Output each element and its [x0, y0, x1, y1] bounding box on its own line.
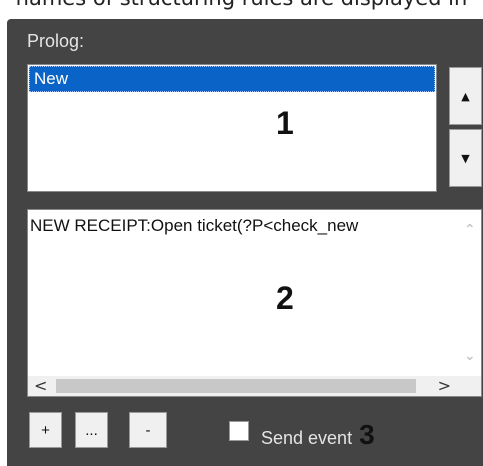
prolog-label: Prolog:: [27, 31, 85, 51]
scroll-down-icon[interactable]: ⌄: [464, 348, 476, 364]
list-item[interactable]: New: [29, 66, 435, 92]
edit-button[interactable]: ...: [75, 412, 108, 448]
scroll-up-icon[interactable]: ⌃: [464, 222, 476, 238]
caption-text: names of structuring rules are displayed…: [0, 0, 483, 18]
remove-button[interactable]: -: [129, 412, 167, 448]
horizontal-scrollbar[interactable]: < >: [28, 376, 481, 396]
rule-editor[interactable]: NEW RECEIPT:Open ticket(?P<check_new 2 ⌃…: [27, 209, 482, 397]
prolog-listbox[interactable]: New 1: [27, 64, 437, 192]
arrow-down-icon: ▼: [461, 151, 470, 165]
scroll-thumb[interactable]: [56, 379, 416, 393]
scroll-right-icon[interactable]: >: [438, 376, 451, 395]
move-up-button[interactable]: ▲: [449, 67, 482, 125]
marker-2: 2: [276, 280, 294, 316]
send-event-checkbox[interactable]: [229, 421, 249, 441]
add-button[interactable]: +: [29, 412, 62, 448]
marker-3: 3: [359, 419, 375, 450]
vertical-scrollbar[interactable]: ⌃ ⌄: [459, 210, 481, 377]
marker-1: 1: [276, 105, 294, 141]
prolog-panel: Prolog: New 1 ▲ ▼ NEW RECEIPT:Open ticke…: [7, 19, 483, 466]
send-event-label[interactable]: Send event 3: [261, 419, 375, 451]
scroll-left-icon[interactable]: <: [34, 376, 47, 395]
rule-text: NEW RECEIPT:Open ticket(?P<check_new: [30, 216, 359, 235]
arrow-up-icon: ▲: [461, 89, 470, 103]
move-down-button[interactable]: ▼: [449, 129, 482, 187]
send-event-text: Send event: [261, 428, 353, 448]
